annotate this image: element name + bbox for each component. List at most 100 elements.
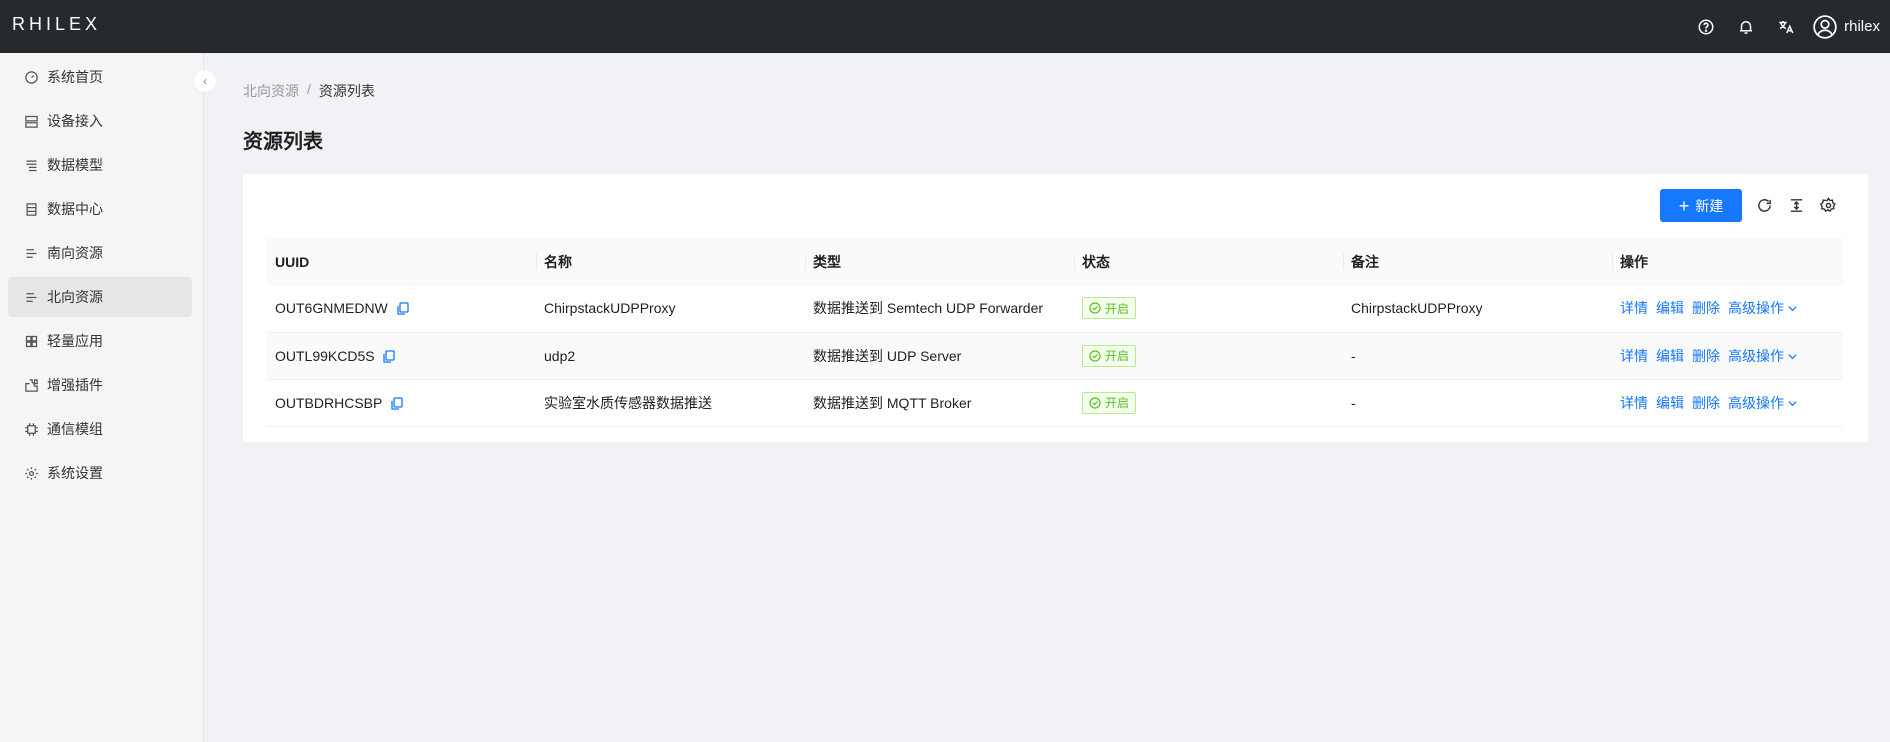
sidebar-item-southbound[interactable]: 南向资源: [8, 233, 192, 273]
advanced-dropdown[interactable]: 高级操作: [1728, 300, 1798, 316]
edit-link[interactable]: 编辑: [1656, 348, 1684, 364]
status-text: 开启: [1105, 301, 1130, 316]
cell-uuid: OUTL99KCD5S: [267, 332, 536, 379]
dashboard-icon: [25, 70, 38, 84]
translate-icon[interactable]: [1766, 0, 1806, 53]
delete-link[interactable]: 删除: [1692, 395, 1720, 411]
sidebar-item-label: 设备接入: [47, 113, 103, 129]
plugin-icon: [25, 378, 38, 392]
sidebar-collapse-button[interactable]: ‹: [194, 70, 216, 92]
sidebar: 系统首页 设备接入 数据模型 数据中心 南向资源 北向资源 轻量应用 增强插件 …: [0, 53, 204, 742]
advanced-dropdown[interactable]: 高级操作: [1728, 395, 1798, 411]
column-settings-icon[interactable]: [1812, 189, 1844, 222]
cell-uuid: OUT6GNMEDNW: [267, 285, 536, 332]
cell-remark: -: [1351, 347, 1356, 364]
bell-icon[interactable]: [1726, 0, 1766, 53]
cell-status: 开启: [1074, 379, 1343, 426]
main-content: 北向资源 / 资源列表 资源列表 + 新建 UUID 名称 类型 状态 备注 操…: [205, 53, 1890, 742]
detail-link[interactable]: 详情: [1620, 395, 1648, 411]
new-button[interactable]: + 新建: [1660, 189, 1742, 222]
status-badge: 开启: [1082, 391, 1137, 414]
breadcrumb: 北向资源 / 资源列表: [243, 81, 375, 101]
sidebar-item-label: 轻量应用: [47, 333, 103, 349]
top-bar: RHILEX rhilex: [0, 0, 1890, 53]
user-menu[interactable]: rhilex: [1812, 14, 1880, 40]
chip-icon: [25, 422, 38, 436]
sidebar-item-label: 数据中心: [47, 201, 103, 217]
sidebar-item-device[interactable]: 设备接入: [8, 101, 192, 141]
sidebar-item-plugins[interactable]: 增强插件: [8, 365, 192, 405]
edit-link[interactable]: 编辑: [1656, 395, 1684, 411]
gear-icon: [25, 466, 38, 480]
advanced-label: 高级操作: [1728, 394, 1784, 411]
list-icon: [26, 292, 37, 302]
sidebar-item-label: 南向资源: [47, 245, 103, 261]
column-header-uuid: UUID: [275, 253, 310, 270]
sidebar-item-data-center[interactable]: 数据中心: [8, 189, 192, 229]
list-icon: [26, 248, 37, 258]
plus-icon: +: [1678, 195, 1690, 216]
advanced-dropdown[interactable]: 高级操作: [1728, 348, 1798, 364]
copy-icon[interactable]: [383, 349, 396, 363]
cell-status: 开启: [1074, 285, 1343, 332]
sidebar-item-modules[interactable]: 通信模组: [8, 409, 192, 449]
resource-table-card: + 新建 UUID 名称 类型 状态 备注 操作 OUT6GNMEDNW Chi…: [243, 174, 1868, 442]
user-name: rhilex: [1844, 18, 1880, 35]
uuid-text: OUT6GNMEDNW: [275, 300, 388, 317]
cell-status: 开启: [1074, 332, 1343, 379]
density-icon[interactable]: [1780, 189, 1812, 222]
check-circle-icon: [1089, 302, 1101, 314]
cell-type: 数据推送到 UDP Server: [813, 347, 962, 364]
advanced-label: 高级操作: [1728, 347, 1784, 364]
edit-link[interactable]: 编辑: [1656, 300, 1684, 316]
column-header-status: 状态: [1074, 238, 1343, 285]
breadcrumb-current: 资源列表: [318, 83, 375, 99]
cell-uuid: OUTBDRHCSBP: [267, 379, 536, 426]
chevron-down-icon: [1788, 400, 1797, 406]
page-title: 资源列表: [243, 131, 323, 153]
app-icon: [25, 335, 38, 347]
table-row: OUTL99KCD5S udp2 数据推送到 UDP Server 开启 - 详…: [267, 332, 1843, 379]
breadcrumb-parent[interactable]: 北向资源: [243, 81, 299, 101]
delete-link[interactable]: 删除: [1692, 348, 1720, 364]
chevron-left-icon: ‹: [203, 74, 207, 88]
reload-icon[interactable]: [1748, 189, 1780, 222]
sidebar-item-northbound[interactable]: 北向资源: [8, 277, 192, 317]
cell-type: 数据推送到 Semtech UDP Forwarder: [813, 300, 1044, 317]
table-toolbar: + 新建: [1660, 189, 1844, 222]
cell-remark: -: [1351, 394, 1356, 411]
sidebar-item-apps[interactable]: 轻量应用: [8, 321, 192, 361]
copy-icon[interactable]: [391, 396, 403, 410]
device-icon: [25, 115, 38, 128]
detail-link[interactable]: 详情: [1620, 300, 1648, 316]
column-header-remark: 备注: [1343, 238, 1612, 285]
cell-type: 数据推送到 MQTT Broker: [813, 394, 972, 411]
status-text: 开启: [1105, 349, 1130, 363]
check-circle-icon: [1089, 349, 1101, 362]
header-actions: rhilex: [1686, 0, 1880, 53]
cell-actions: 详情 编辑 删除 高级操作: [1612, 285, 1843, 332]
sidebar-item-model[interactable]: 数据模型: [8, 145, 192, 185]
table-row: OUTBDRHCSBP 实验室水质传感器数据推送 数据推送到 MQTT Brok…: [267, 379, 1843, 426]
sidebar-item-label: 北向资源: [47, 289, 103, 305]
sidebar-item-settings[interactable]: 系统设置: [8, 453, 192, 493]
app-logo[interactable]: RHILEX: [12, 14, 101, 35]
status-text: 开启: [1105, 396, 1130, 410]
check-circle-icon: [1089, 396, 1101, 409]
table-row: OUT6GNMEDNW ChirpstackUDPProxy 数据推送到 Sem…: [267, 285, 1843, 332]
breadcrumb-separator: /: [307, 81, 311, 97]
detail-link[interactable]: 详情: [1620, 348, 1648, 364]
status-badge: 开启: [1082, 297, 1137, 320]
delete-link[interactable]: 删除: [1692, 300, 1720, 316]
cell-remark: ChirpstackUDPProxy: [1351, 300, 1483, 317]
cell-name: udp2: [544, 347, 576, 364]
copy-icon[interactable]: [397, 302, 409, 315]
table-header-row: UUID 名称 类型 状态 备注 操作: [267, 238, 1843, 285]
chevron-down-icon: [1788, 353, 1797, 359]
user-icon: [1813, 14, 1837, 39]
sidebar-item-dashboard[interactable]: 系统首页: [8, 57, 192, 97]
sidebar-item-label: 系统首页: [47, 69, 103, 85]
help-icon[interactable]: [1686, 0, 1726, 53]
chevron-down-icon: [1788, 306, 1797, 312]
uuid-text: OUTL99KCD5S: [275, 347, 375, 364]
